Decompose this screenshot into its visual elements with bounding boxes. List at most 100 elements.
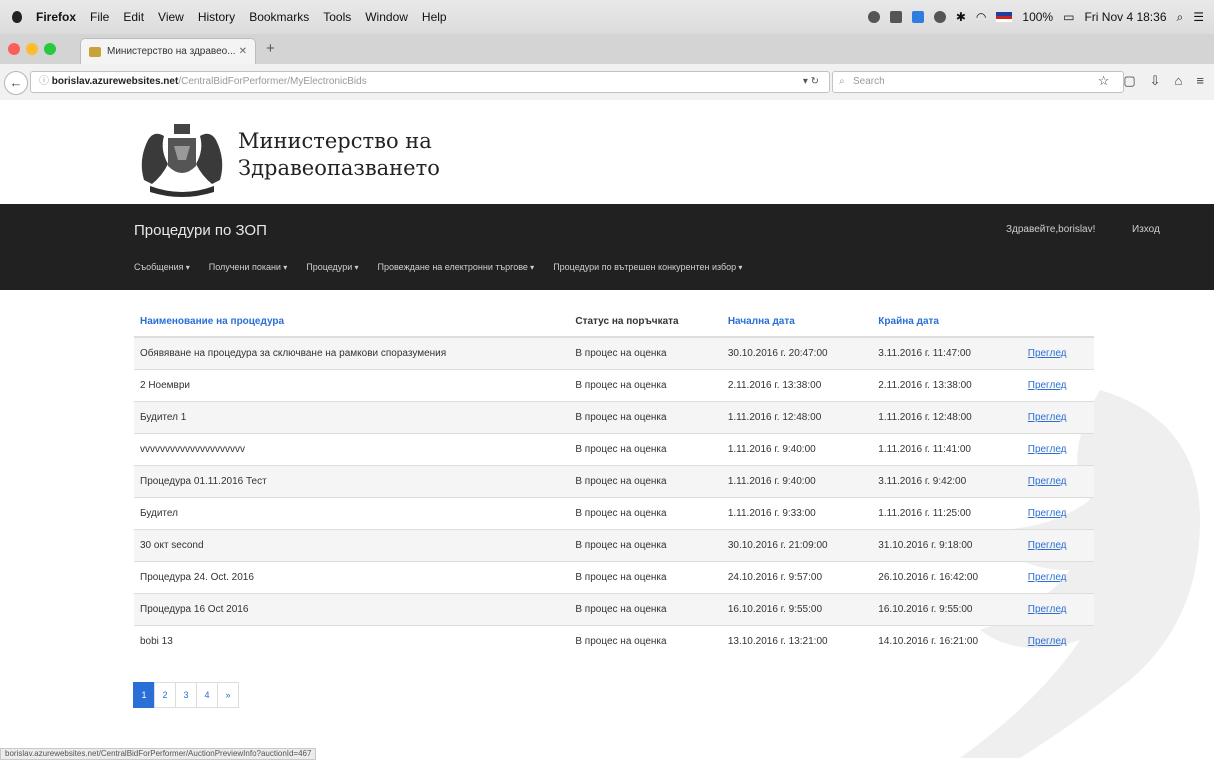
- sort-by-start-date-header[interactable]: Начална дата: [721, 306, 873, 338]
- menu-edit[interactable]: Edit: [123, 10, 144, 24]
- dropbox-icon[interactable]: [889, 11, 902, 23]
- end-date: 14.10.2016 г. 16:21:00: [872, 625, 1022, 657]
- site-info-icon[interactable]: ⓘ: [39, 76, 52, 87]
- url-host: borislav.azurewebsites.net: [51, 76, 179, 87]
- navigation-toolbar: ← ⓘ borislav.azurewebsites.net/CentralBi…: [0, 64, 1214, 101]
- tab-title: Министерство на здравео...: [107, 46, 236, 57]
- end-date: 26.10.2016 г. 16:42:00: [872, 561, 1022, 594]
- zoom-window-button[interactable]: [44, 43, 56, 55]
- input-source-flag-icon[interactable]: [996, 12, 1013, 22]
- nav-invitations-dropdown[interactable]: Получени покани: [209, 262, 288, 272]
- procedure-status: В процес на оценка: [569, 336, 722, 370]
- app-menu-firefox[interactable]: Firefox: [36, 10, 76, 24]
- notification-center-icon[interactable]: ☰: [1193, 10, 1204, 24]
- minimize-window-button[interactable]: [26, 43, 38, 55]
- close-tab-icon[interactable]: ✕: [239, 46, 247, 57]
- home-icon[interactable]: ⌂: [1175, 73, 1183, 89]
- search-input[interactable]: ⌕ Search: [832, 71, 1124, 93]
- table-row: 30 окт second В процес на оценка 30.10.2…: [134, 529, 1094, 562]
- procedures-table: Наименование на процедура Статус на поръ…: [134, 306, 1094, 657]
- start-date: 2.11.2016 г. 13:38:00: [721, 369, 873, 402]
- bookmark-star-icon[interactable]: ☆: [1098, 73, 1110, 89]
- table-row: Процедура 16 Oct 2016 В процес на оценка…: [134, 593, 1094, 626]
- menu-file[interactable]: File: [90, 10, 109, 24]
- apple-icon[interactable]: [12, 11, 22, 23]
- nav-procedures-dropdown[interactable]: Процедури: [306, 262, 358, 272]
- bluetooth-icon[interactable]: ✱: [956, 10, 966, 24]
- view-link[interactable]: Преглед: [1021, 369, 1094, 402]
- page-1-button[interactable]: 1: [133, 682, 155, 708]
- table-row: Будител В процес на оценка 1.11.2016 г. …: [134, 497, 1094, 530]
- logout-link[interactable]: Изход: [1132, 224, 1160, 235]
- menu-view[interactable]: View: [158, 10, 184, 24]
- page-3-button[interactable]: 3: [175, 682, 197, 708]
- sort-by-name-header[interactable]: Наименование на процедура: [134, 306, 570, 338]
- nav-auctions-dropdown[interactable]: Провеждане на електронни търгове: [378, 262, 535, 272]
- macos-menu-bar: Firefox File Edit View History Bookmarks…: [0, 0, 1214, 35]
- end-date: 31.10.2016 г. 9:18:00: [872, 529, 1022, 562]
- site-title-link[interactable]: Процедури по ЗОП: [134, 222, 267, 239]
- table-row: Обявяване на процедура за сключване на р…: [134, 336, 1094, 370]
- view-link[interactable]: Преглед: [1021, 561, 1094, 594]
- url-bar[interactable]: ⓘ borislav.azurewebsites.net/CentralBidF…: [30, 71, 830, 93]
- next-page-button[interactable]: »: [217, 682, 239, 708]
- close-window-button[interactable]: [8, 43, 20, 55]
- toolbar-icons: ☆ ▢ ⇩ ⌂ ≡: [1098, 73, 1204, 89]
- menu-tools[interactable]: Tools: [323, 10, 351, 24]
- battery-icon[interactable]: ▭: [1063, 10, 1074, 24]
- table-row: vvvvvvvvvvvvvvvvvvvvv В процес на оценка…: [134, 433, 1094, 466]
- procedure-name: 2 Ноември: [134, 369, 570, 402]
- hamburger-menu-icon[interactable]: ≡: [1196, 73, 1204, 89]
- brand-line-2: Здравеопазването: [238, 156, 440, 180]
- view-link[interactable]: Преглед: [1021, 336, 1094, 370]
- procedure-name: Процедура 01.11.2016 Тест: [134, 465, 570, 498]
- status-blue-icon[interactable]: [911, 11, 924, 23]
- view-link[interactable]: Преглед: [1021, 401, 1094, 434]
- ministry-brand[interactable]: Министерство на Здравеопазването: [238, 128, 440, 182]
- menu-window[interactable]: Window: [365, 10, 408, 24]
- coat-of-arms-logo[interactable]: [134, 120, 230, 200]
- tab-strip: Министерство на здравео... ✕: [0, 34, 1214, 65]
- nav-internal-selection-dropdown[interactable]: Процедури по вътрешен конкурентен избор: [553, 262, 742, 272]
- menu-help[interactable]: Help: [422, 10, 447, 24]
- procedure-name: Процедура 16 Oct 2016: [134, 593, 570, 626]
- clock[interactable]: Fri Nov 4 18:36: [1084, 10, 1166, 24]
- view-link[interactable]: Преглед: [1021, 625, 1094, 657]
- browser-tab-active[interactable]: Министерство на здравео... ✕: [80, 38, 256, 64]
- spotlight-icon[interactable]: ⌕: [1177, 10, 1184, 25]
- start-date: 13.10.2016 г. 13:21:00: [721, 625, 873, 657]
- reload-icon[interactable]: ▾ ↻: [803, 72, 819, 92]
- battery-percent: 100%: [1022, 10, 1054, 24]
- greeting-link[interactable]: Здравейте,borislav!: [1006, 224, 1095, 235]
- start-date: 1.11.2016 г. 9:40:00: [721, 433, 873, 466]
- wifi-icon[interactable]: ◠: [976, 10, 986, 24]
- end-date: 1.11.2016 г. 11:25:00: [872, 497, 1022, 530]
- view-link[interactable]: Преглед: [1021, 497, 1094, 530]
- procedure-status: В процес на оценка: [569, 625, 722, 657]
- end-date: 3.11.2016 г. 11:47:00: [872, 336, 1022, 370]
- procedure-name: bobi 13: [134, 625, 570, 657]
- back-button[interactable]: ←: [4, 71, 28, 95]
- search-icon: ⌕: [839, 76, 845, 87]
- download-icon[interactable]: ⇩: [1150, 73, 1161, 89]
- record-icon[interactable]: [933, 11, 946, 23]
- procedure-name: Процедура 24. Oct. 2016: [134, 561, 570, 594]
- status-bar-url: borislav.azurewebsites.net/CentralBidFor…: [0, 748, 317, 760]
- status-app-icon[interactable]: [867, 11, 880, 23]
- procedure-status: В процес на оценка: [569, 529, 722, 562]
- menu-history[interactable]: History: [198, 10, 235, 24]
- new-tab-button[interactable]: +: [266, 40, 275, 57]
- view-link[interactable]: Преглед: [1021, 529, 1094, 562]
- menu-bookmarks[interactable]: Bookmarks: [249, 10, 309, 24]
- procedure-name: Будител 1: [134, 401, 570, 434]
- url-path: /CentralBidForPerformer/MyElectronicBids: [178, 76, 367, 87]
- view-link[interactable]: Преглед: [1021, 593, 1094, 626]
- nav-messages-dropdown[interactable]: Съобщения: [134, 262, 190, 272]
- page-4-button[interactable]: 4: [196, 682, 218, 708]
- view-link[interactable]: Преглед: [1021, 465, 1094, 498]
- page-2-button[interactable]: 2: [154, 682, 176, 708]
- clipboard-icon[interactable]: ▢: [1123, 73, 1135, 89]
- sort-by-end-date-header[interactable]: Крайна дата: [872, 306, 1022, 338]
- end-date: 2.11.2016 г. 13:38:00: [872, 369, 1022, 402]
- view-link[interactable]: Преглед: [1021, 433, 1094, 466]
